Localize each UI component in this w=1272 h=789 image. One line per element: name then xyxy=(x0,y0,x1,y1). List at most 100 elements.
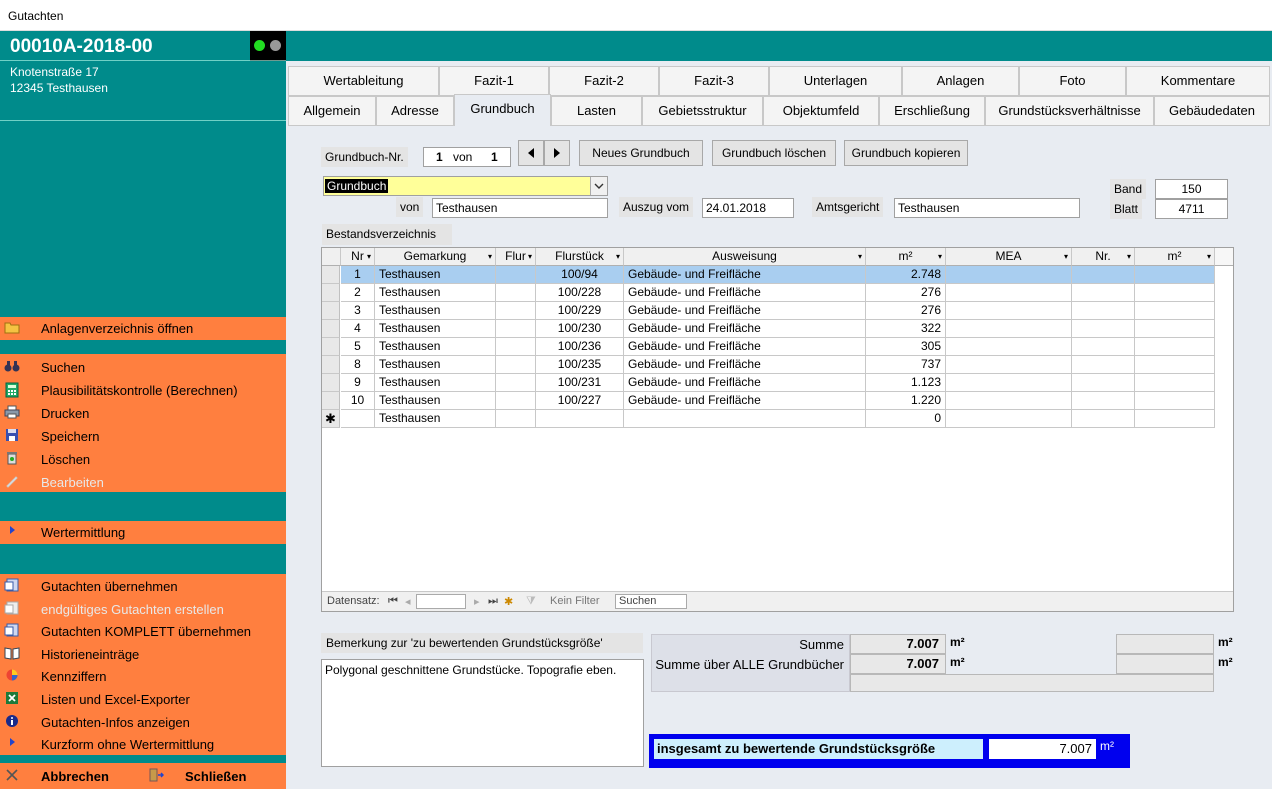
filter-icon[interactable]: ⧩ xyxy=(526,595,536,608)
cancel-button[interactable]: Abbrechen xyxy=(0,763,140,789)
record-search-input[interactable]: Suchen xyxy=(615,594,687,609)
cell-gemarkung[interactable]: Testhausen xyxy=(375,392,496,410)
grundbuch-type-select[interactable]: Grundbuch xyxy=(323,176,608,196)
auszug-date-field[interactable]: 24.01.2018 xyxy=(702,198,794,218)
cell-m2[interactable]: 305 xyxy=(866,338,946,356)
row-selector[interactable] xyxy=(322,392,340,410)
table-row[interactable]: 2 Testhausen 100/228 Gebäude- und Freifläch… xyxy=(322,284,1215,302)
tab-fazit-2[interactable]: Fazit-2 xyxy=(549,66,659,96)
cell-flurstueck[interactable]: 100/227 xyxy=(536,392,624,410)
table-row[interactable]: 9 Testhausen 100/231 Gebäude- und Freifläch… xyxy=(322,374,1215,392)
cell-nr[interactable]: 4 xyxy=(341,320,375,338)
cell-nr2[interactable] xyxy=(1072,284,1135,302)
cell-flurstueck[interactable]: 100/231 xyxy=(536,374,624,392)
cell-m2-2[interactable] xyxy=(1135,392,1215,410)
cell-nr[interactable]: 3 xyxy=(341,302,375,320)
cell-gemarkung[interactable]: Testhausen xyxy=(375,374,496,392)
column-header-flur[interactable]: Flur ▾ xyxy=(496,248,536,266)
tab-fazit-3[interactable]: Fazit-3 xyxy=(659,66,769,96)
column-header-mea[interactable]: MEA ▾ xyxy=(946,248,1072,266)
menu-item-loeschen[interactable]: Löschen xyxy=(0,448,286,470)
cell-flurstueck[interactable]: 100/230 xyxy=(536,320,624,338)
menu-item-historie[interactable]: Historieneinträge xyxy=(0,643,286,665)
column-header-m2[interactable]: m² ▾ xyxy=(866,248,946,266)
cell-ausweisung[interactable] xyxy=(624,410,866,428)
cell-m2-2[interactable] xyxy=(1135,374,1215,392)
blatt-field[interactable]: 4711 xyxy=(1155,199,1228,219)
cell-nr[interactable] xyxy=(341,410,375,428)
first-record-icon[interactable]: ⏮ xyxy=(388,595,398,608)
row-selector[interactable] xyxy=(322,302,340,320)
new-record-row[interactable]: ✱ Testhausen 0 xyxy=(322,410,1215,428)
delete-grundbuch-button[interactable]: Grundbuch löschen xyxy=(712,140,836,166)
record-number-input[interactable] xyxy=(416,594,466,609)
amtsgericht-field[interactable]: Testhausen xyxy=(894,198,1080,218)
last-record-icon[interactable]: ⏭ xyxy=(488,595,498,608)
column-header-gemarkung[interactable]: Gemarkung ▾ xyxy=(375,248,496,266)
close-button[interactable]: Schließen xyxy=(145,763,285,789)
cell-mea[interactable] xyxy=(946,374,1072,392)
band-field[interactable]: 150 xyxy=(1155,179,1228,199)
table-row[interactable]: 1 Testhausen 100/94 Gebäude- und Freifläche… xyxy=(322,266,1215,284)
cell-nr2[interactable] xyxy=(1072,410,1135,428)
cell-ausweisung[interactable]: Gebäude- und Freifläche xyxy=(624,266,866,284)
cell-nr2[interactable] xyxy=(1072,320,1135,338)
previous-grundbuch-button[interactable] xyxy=(518,140,544,166)
cell-m2[interactable]: 737 xyxy=(866,356,946,374)
menu-item-speichern[interactable]: Speichern xyxy=(0,425,286,447)
cell-mea[interactable] xyxy=(946,284,1072,302)
remark-textarea[interactable]: Polygonal geschnittene Grundstücke. Topo… xyxy=(321,659,644,767)
menu-item-drucken[interactable]: Drucken xyxy=(0,402,286,424)
column-header-ausweisung[interactable]: Ausweisung ▾ xyxy=(624,248,866,266)
cell-gemarkung[interactable]: Testhausen xyxy=(375,320,496,338)
cell-gemarkung[interactable]: Testhausen xyxy=(375,302,496,320)
row-selector[interactable] xyxy=(322,374,340,392)
tab-gebaeudedaten[interactable]: Gebäudedaten xyxy=(1154,96,1270,126)
tab-allgemein[interactable]: Allgemein xyxy=(288,96,376,126)
cell-flur[interactable] xyxy=(496,284,536,302)
new-grundbuch-button[interactable]: Neues Grundbuch xyxy=(579,140,703,166)
table-row[interactable]: 3 Testhausen 100/229 Gebäude- und Freifläch… xyxy=(322,302,1215,320)
chevron-down-icon[interactable] xyxy=(590,177,607,195)
cell-mea[interactable] xyxy=(946,266,1072,284)
menu-item-gutachten-komplett[interactable]: Gutachten KOMPLETT übernehmen xyxy=(0,620,286,642)
menu-item-suchen[interactable]: Suchen xyxy=(0,356,286,378)
cell-m2[interactable]: 1.220 xyxy=(866,392,946,410)
new-record-icon[interactable]: ✱ xyxy=(504,595,513,608)
cell-nr[interactable]: 8 xyxy=(341,356,375,374)
cell-flurstueck[interactable] xyxy=(536,410,624,428)
cell-nr[interactable]: 9 xyxy=(341,374,375,392)
cell-mea[interactable] xyxy=(946,392,1072,410)
cell-flur[interactable] xyxy=(496,338,536,356)
cell-gemarkung[interactable]: Testhausen xyxy=(375,356,496,374)
tab-kommentare[interactable]: Kommentare xyxy=(1126,66,1270,96)
cell-m2[interactable]: 2.748 xyxy=(866,266,946,284)
cell-ausweisung[interactable]: Gebäude- und Freifläche xyxy=(624,320,866,338)
table-row[interactable]: 4 Testhausen 100/230 Gebäude- und Freifläch… xyxy=(322,320,1215,338)
cell-flur[interactable] xyxy=(496,392,536,410)
tab-grundbuch[interactable]: Grundbuch xyxy=(454,94,551,126)
cell-ausweisung[interactable]: Gebäude- und Freifläche xyxy=(624,302,866,320)
tab-objektumfeld[interactable]: Objektumfeld xyxy=(763,96,879,126)
copy-grundbuch-button[interactable]: Grundbuch kopieren xyxy=(844,140,968,166)
cell-ausweisung[interactable]: Gebäude- und Freifläche xyxy=(624,284,866,302)
cell-nr[interactable]: 10 xyxy=(341,392,375,410)
table-row[interactable]: 5 Testhausen 100/236 Gebäude- und Freifläch… xyxy=(322,338,1215,356)
cell-ausweisung[interactable]: Gebäude- und Freifläche xyxy=(624,338,866,356)
cell-gemarkung[interactable]: Testhausen xyxy=(375,410,496,428)
cell-flur[interactable] xyxy=(496,374,536,392)
tab-foto[interactable]: Foto xyxy=(1019,66,1126,96)
cell-m2[interactable]: 276 xyxy=(866,302,946,320)
cell-mea[interactable] xyxy=(946,338,1072,356)
tab-lasten[interactable]: Lasten xyxy=(551,96,642,126)
row-selector[interactable] xyxy=(322,320,340,338)
cell-m2-2[interactable] xyxy=(1135,284,1215,302)
cell-ausweisung[interactable]: Gebäude- und Freifläche xyxy=(624,356,866,374)
cell-ausweisung[interactable]: Gebäude- und Freifläche xyxy=(624,374,866,392)
cell-flur[interactable] xyxy=(496,266,536,284)
menu-item-gutachten-infos[interactable]: Gutachten-Infos anzeigen xyxy=(0,711,286,733)
cell-m2[interactable]: 276 xyxy=(866,284,946,302)
cell-flurstueck[interactable]: 100/94 xyxy=(536,266,624,284)
cell-nr2[interactable] xyxy=(1072,266,1135,284)
cell-nr2[interactable] xyxy=(1072,392,1135,410)
